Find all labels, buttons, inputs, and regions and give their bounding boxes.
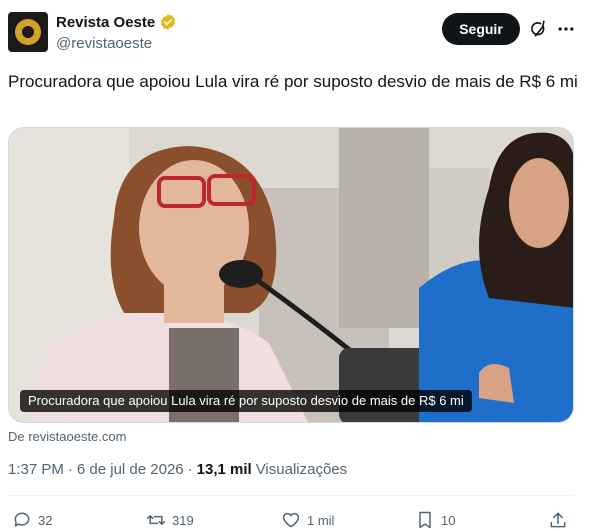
photo-illustration <box>9 128 573 422</box>
tweet-meta: 1:37 PM · 6 de jul de 2026 · 13,1 mil Vi… <box>8 461 347 478</box>
reply-count: 32 <box>38 512 53 528</box>
avatar[interactable] <box>8 12 48 52</box>
author-name[interactable]: Revista Oeste <box>56 14 155 31</box>
reply-button[interactable]: 32 <box>12 510 52 530</box>
media-caption: Procuradora que apoiou Lula vira ré por … <box>20 390 472 412</box>
tweet-time[interactable]: 1:37 PM <box>8 461 64 478</box>
share-icon <box>550 512 566 528</box>
like-button[interactable]: 1 mil <box>281 510 334 530</box>
divider <box>8 495 574 496</box>
media-image[interactable] <box>8 127 574 423</box>
author-handle[interactable]: @revistaoeste <box>56 35 152 52</box>
repost-icon <box>146 515 166 525</box>
author-name-row: Revista Oeste <box>56 13 177 31</box>
verified-badge-icon <box>161 14 176 30</box>
bookmark-count: 10 <box>441 512 456 528</box>
meta-separator: · <box>67 461 73 478</box>
logo-center <box>22 26 34 38</box>
like-count: 1 mil <box>307 512 335 528</box>
meta-separator: · <box>187 461 193 478</box>
grok-icon[interactable] <box>528 19 548 39</box>
views-label: Visualizações <box>255 461 348 478</box>
tweet-text: Procuradora que apoiou Lula vira ré por … <box>8 72 578 91</box>
action-bar: 32 319 1 mil 10 <box>8 510 578 531</box>
follow-button[interactable]: Seguir <box>442 13 520 45</box>
views-count: 13,1 mil <box>196 461 252 478</box>
repost-count: 319 <box>172 512 194 528</box>
repost-button[interactable]: 319 <box>146 510 194 530</box>
bookmark-button[interactable]: 10 <box>415 510 455 530</box>
share-button[interactable] <box>548 510 568 530</box>
more-icon[interactable] <box>556 19 576 39</box>
tweet-date[interactable]: 6 de jul de 2026 <box>77 461 184 478</box>
reply-icon <box>14 512 30 527</box>
bookmark-icon <box>419 511 431 529</box>
heart-icon <box>282 512 300 528</box>
link-source[interactable]: De revistaoeste.com <box>8 429 127 444</box>
